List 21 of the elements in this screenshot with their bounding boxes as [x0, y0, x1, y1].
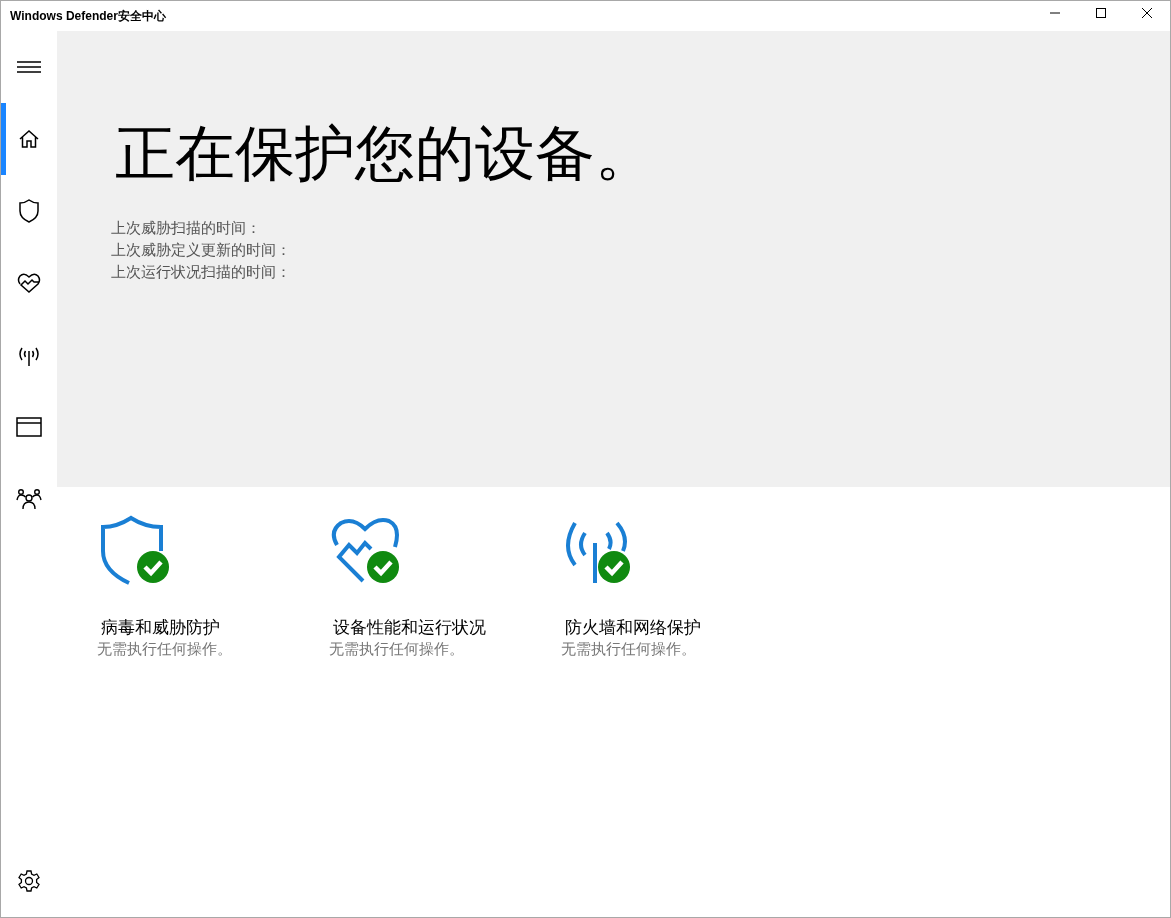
scan-info-text: 上次运行状况扫描的时间：: [111, 262, 292, 283]
scan-info-text: 上次威胁扫描的时间：: [111, 218, 262, 239]
maximize-icon: [1095, 7, 1107, 19]
tile-title[interactable]: 设备性能和运行状况: [333, 615, 486, 639]
tile-title[interactable]: 病毒和威胁防护: [101, 615, 220, 639]
menu-icon: [17, 60, 41, 74]
tile-status: 无需执行任何操作。: [329, 639, 464, 659]
tile-status: 无需执行任何操作。: [97, 639, 232, 659]
window-title: Windows Defender安全中心: [9, 7, 166, 25]
status-heading: 正在保护您的设备。: [115, 117, 656, 189]
home-icon: [18, 128, 40, 150]
shield-icon: [18, 199, 40, 223]
tile-status: 无需执行任何操作。: [561, 639, 696, 659]
heart-pulse-icon: [17, 272, 41, 294]
scan-info-text: 上次威胁定义更新的时间：: [111, 240, 292, 261]
shield-check-icon: [99, 515, 171, 587]
browser-window-icon: [16, 416, 42, 438]
people-icon: [16, 488, 42, 510]
tile-title[interactable]: 防火墙和网络保护: [565, 615, 701, 639]
close-icon: [1141, 7, 1153, 19]
settings-icon: [17, 869, 41, 893]
